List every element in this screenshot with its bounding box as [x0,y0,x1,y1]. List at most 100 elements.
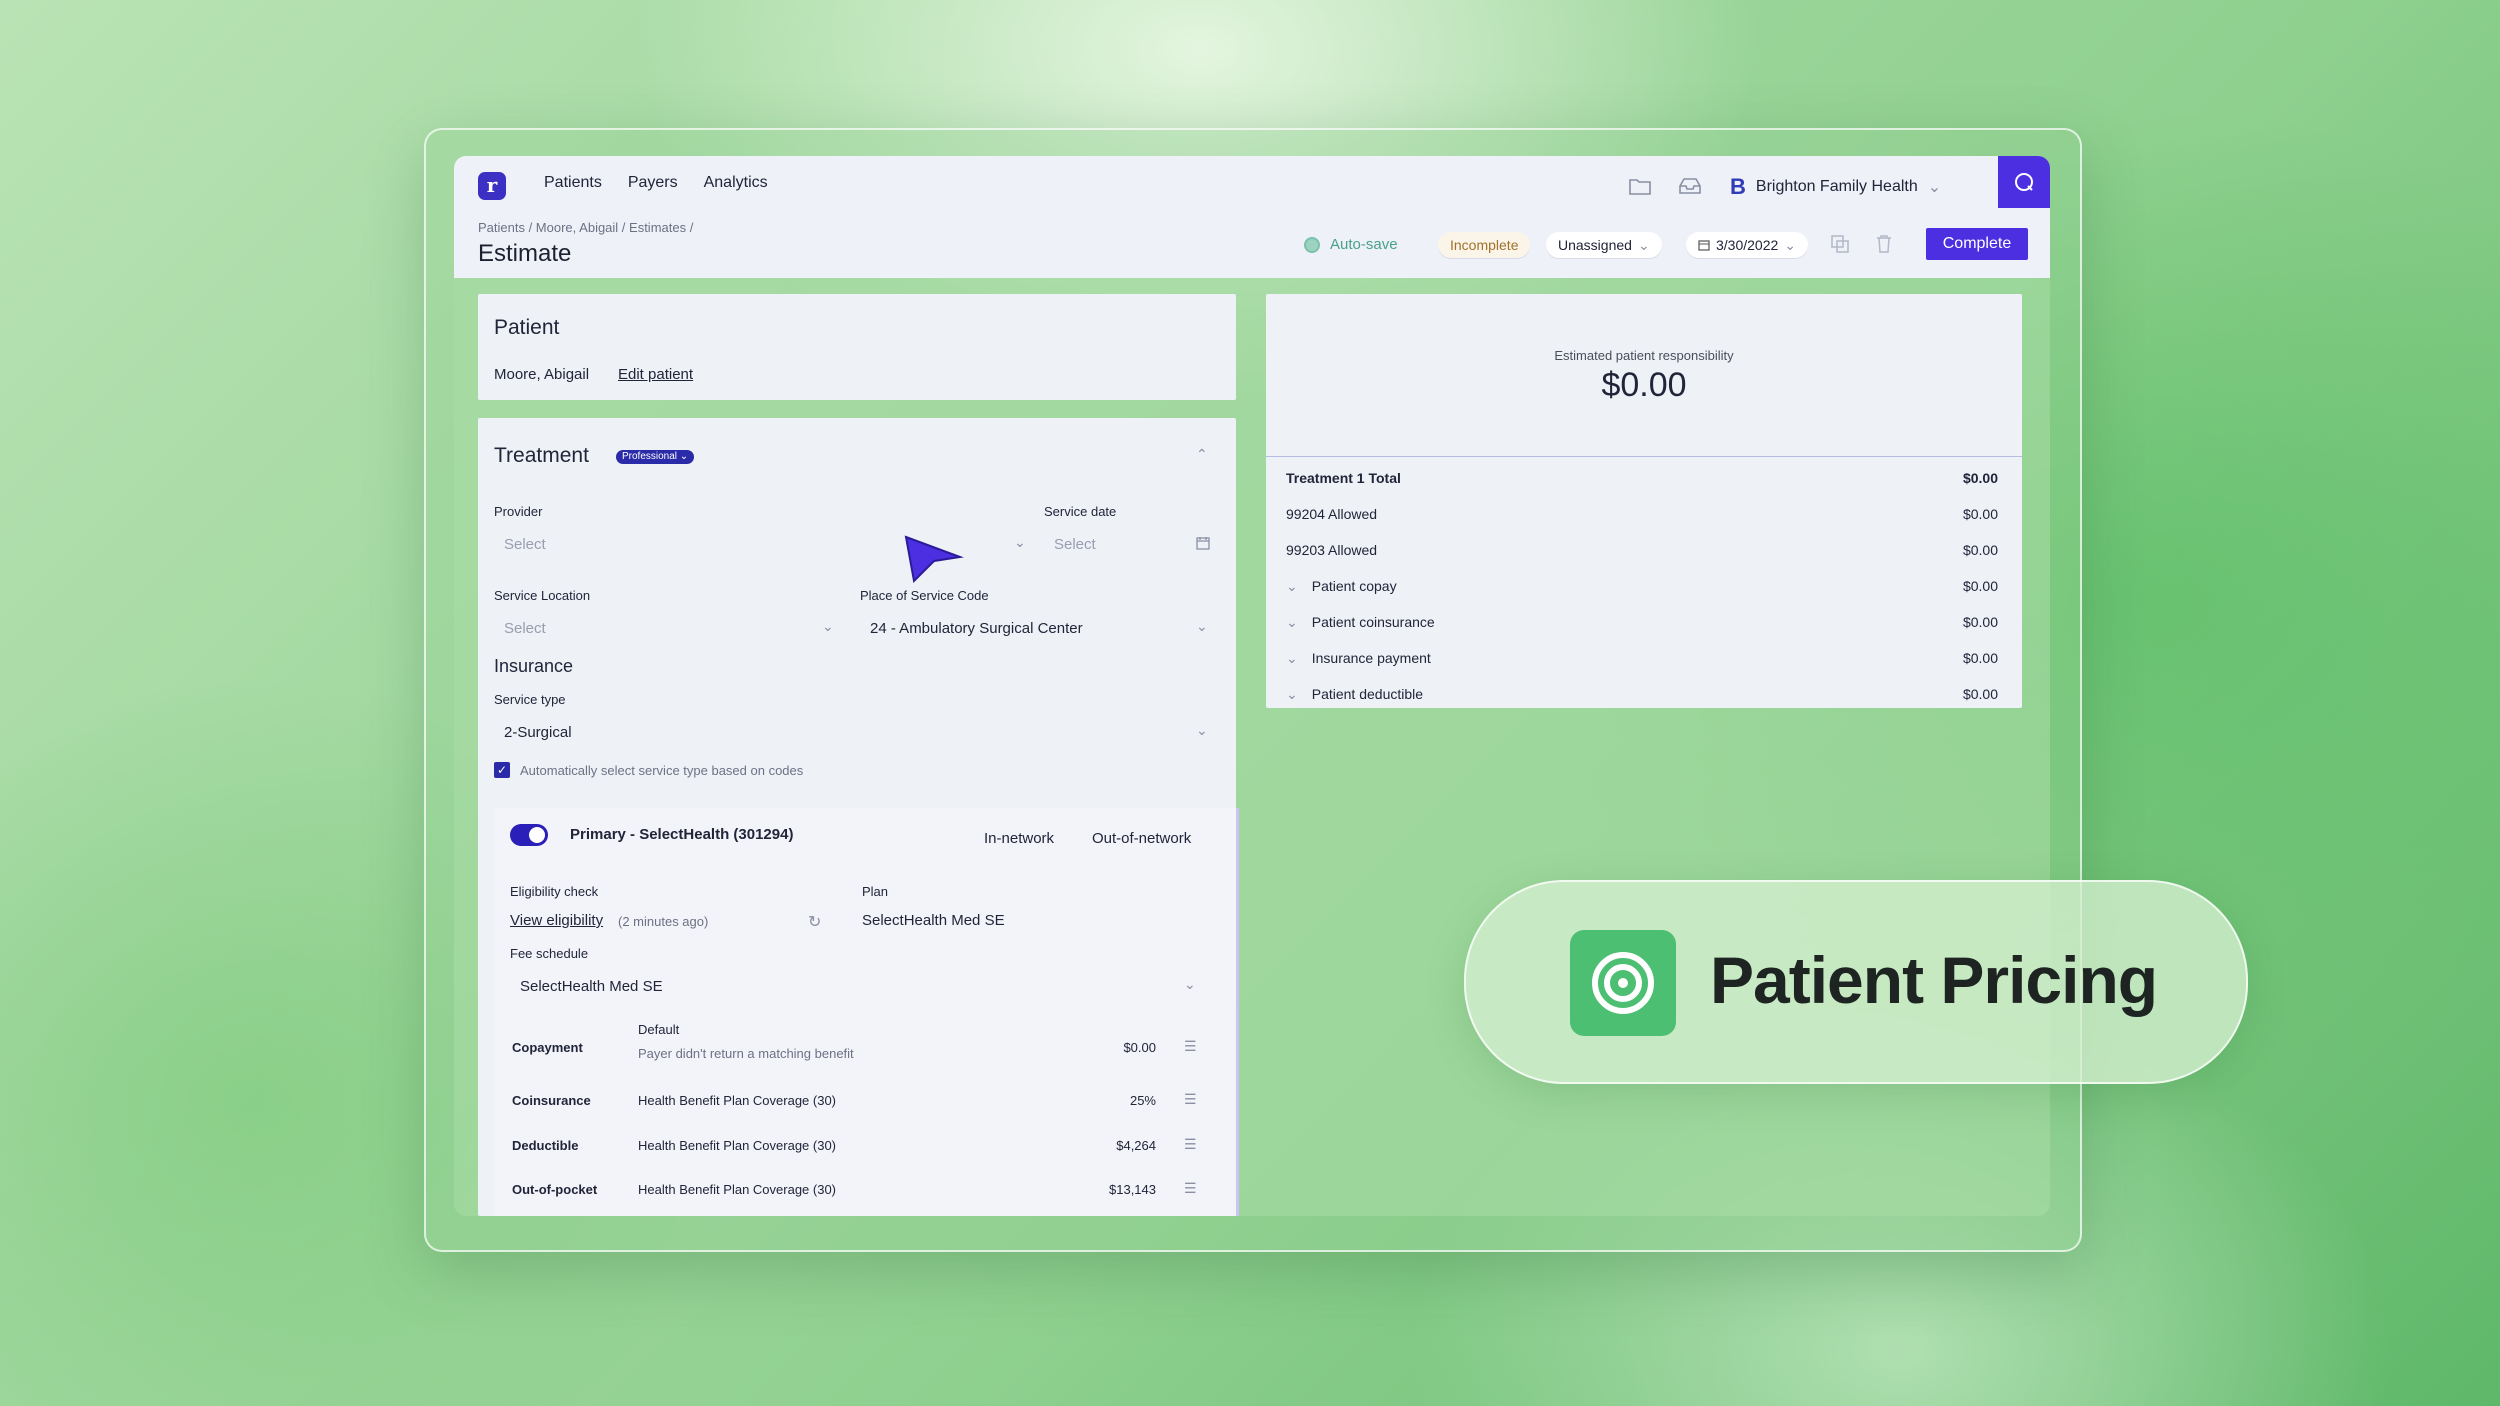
search-icon [2015,173,2033,191]
service-date-input[interactable]: Select [1054,536,1096,553]
feature-badge: Patient Pricing [1464,880,2248,1084]
chevron-down-icon: ⌄ [1286,614,1298,630]
primary-insurance-panel: Primary - SelectHealth (301294) In-netwo… [494,808,1239,1216]
plan-label: Plan [862,884,889,899]
page-title: Estimate [478,240,572,267]
summary-row-amount: $0.00 [1962,614,1998,630]
patient-card: Patient Moore, Abigail Edit patient [478,294,1236,400]
nav-patients[interactable]: Patients [544,174,602,192]
chevron-down-icon: ⌄ [1286,578,1298,594]
drag-handle-icon[interactable]: ☰ [1184,1180,1197,1197]
chevron-down-icon: ⌄ [1014,534,1026,550]
summary-card: Estimated patient responsibility $0.00 T… [1266,294,2022,708]
summary-row-label: 99203 Allowed [1286,542,1378,558]
main-nav: Patients Payers Analytics [544,174,768,192]
nav-analytics[interactable]: Analytics [704,174,768,192]
mouse-cursor-icon [904,535,964,584]
benefit-name: Coinsurance [512,1093,591,1108]
provider-select[interactable]: Select [504,536,546,553]
out-of-network-tab[interactable]: Out-of-network [1092,830,1191,847]
autosave-label: Auto-save [1330,236,1398,253]
benefit-amount: $4,264 [1116,1138,1156,1153]
pos-code-select[interactable]: 24 - Ambulatory Surgical Center [870,620,1083,637]
summary-row-amount: $0.00 [1962,650,1998,666]
refresh-icon[interactable]: ↻ [808,912,821,932]
auto-select-checkbox[interactable]: ✓ [494,762,510,778]
primary-toggle[interactable] [510,824,548,846]
collapse-icon[interactable]: ⌃ [1196,446,1208,463]
date-dropdown[interactable]: 3/30/2022 ⌄ [1686,232,1809,258]
insurance-heading: Insurance [494,656,574,676]
org-switcher[interactable]: B Brighton Family Health ⌄ [1730,174,1941,200]
inbox-icon[interactable] [1674,170,1706,202]
benefit-name: Out-of-pocket [512,1182,598,1197]
chevron-down-icon: ⌄ [822,618,834,634]
benefit-amount: 25% [1129,1093,1156,1108]
summary-row-label: Patient copay [1311,578,1397,594]
summary-row-expandable[interactable]: ⌄ Patient copay $0.00 [1286,578,1998,595]
chevron-down-icon: ⌄ [1196,618,1208,634]
benefit-sub: Payer didn't return a matching benefit [638,1046,854,1061]
summary-row-label: Insurance payment [1311,650,1431,666]
service-location-select[interactable]: Select [504,620,546,637]
edit-patient-link[interactable]: Edit patient [618,366,693,383]
summary-row-expandable[interactable]: ⌄ Patient coinsurance $0.00 [1286,614,1998,631]
primary-insurance-name: Primary - SelectHealth (301294) [570,826,794,843]
summary-row: 99204 Allowed $0.00 [1286,506,1998,522]
service-type-select[interactable]: 2-Surgical [504,724,572,741]
search-button[interactable] [1998,156,2050,208]
duplicate-icon[interactable] [1824,228,1856,260]
date-label: 3/30/2022 [1716,237,1779,253]
folder-icon[interactable] [1624,170,1656,202]
feature-badge-label: Patient Pricing [1710,943,2158,1017]
top-bar: r Patients Payers Analytics B Brighton F… [454,156,2050,278]
professional-label: Professional [622,451,678,462]
responsibility-caption: Estimated patient responsibility [1554,348,1734,363]
drag-handle-icon[interactable]: ☰ [1184,1038,1197,1055]
chevron-down-icon: ⌄ [1927,179,1942,196]
divider [1266,456,2022,457]
drag-handle-icon[interactable]: ☰ [1184,1091,1197,1108]
summary-row-amount: $0.00 [1962,686,1998,702]
assignee-dropdown[interactable]: Unassigned ⌄ [1546,232,1662,258]
patient-heading: Patient [494,316,560,339]
in-network-tab[interactable]: In-network [984,830,1054,847]
status-badge[interactable]: Incomplete [1438,232,1531,258]
summary-row-amount: $0.00 [1962,542,1998,558]
summary-row-label: Treatment 1 Total [1286,470,1401,486]
autosave-toggle-icon [1304,236,1320,253]
complete-button[interactable]: Complete [1926,228,2028,260]
service-type-label: Service type [494,692,566,707]
professional-badge[interactable]: Professional ⌄ [616,450,695,464]
nav-payers[interactable]: Payers [628,174,678,192]
org-logo-icon: B [1730,174,1746,199]
summary-row-amount: $0.00 [1962,506,1998,522]
eligibility-time: (2 minutes ago) [618,914,709,929]
service-date-label: Service date [1044,504,1117,519]
patient-name: Moore, Abigail [494,366,590,383]
eligibility-label: Eligibility check [510,884,599,899]
chevron-down-icon: ⌄ [1286,686,1298,702]
benefit-desc: Default [638,1022,680,1037]
responsibility-total: $0.00 [1601,366,1687,404]
trash-icon[interactable] [1868,228,1900,260]
calendar-icon[interactable] [1196,536,1210,550]
fee-schedule-select[interactable]: SelectHealth Med SE [520,978,663,995]
assignee-label: Unassigned [1558,237,1632,253]
summary-row-expandable[interactable]: ⌄ Insurance payment $0.00 [1286,650,1998,667]
chevron-down-icon: ⌄ [1286,650,1298,666]
drag-handle-icon[interactable]: ☰ [1184,1136,1197,1153]
view-eligibility-link[interactable]: View eligibility [510,912,603,929]
autosave-status[interactable]: Auto-save [1304,236,1398,253]
benefit-desc: Health Benefit Plan Coverage (30) [638,1138,837,1153]
summary-row: 99203 Allowed $0.00 [1286,542,1998,558]
status-label: Incomplete [1450,237,1519,253]
service-location-label: Service Location [494,588,591,603]
benefit-amount: $0.00 [1123,1040,1156,1055]
summary-row-expandable[interactable]: ⌄ Patient deductible $0.00 [1286,686,1998,703]
chevron-down-icon: ⌄ [1784,236,1797,253]
benefit-desc: Health Benefit Plan Coverage (30) [638,1182,837,1197]
breadcrumb[interactable]: Patients / Moore, Abigail / Estimates / [478,220,693,235]
plan-value: SelectHealth Med SE [862,912,1005,929]
app-logo[interactable]: r [478,172,506,200]
